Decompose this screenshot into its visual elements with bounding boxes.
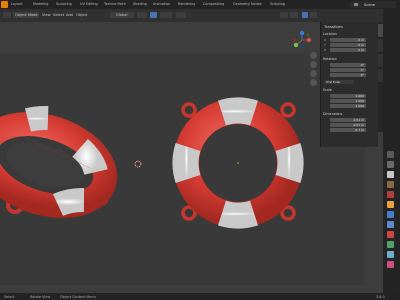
scale-z-value: 1.000 [355,104,364,108]
properties-editor-tabs [383,9,400,293]
scale-y-value: 1.000 [355,99,364,103]
tool-icon[interactable] [387,151,394,158]
dimensions-y-value: 2.51 m [353,123,364,127]
location-z-field[interactable]: 0 m [330,48,366,52]
rotation-y-field[interactable]: 0° [330,68,366,72]
3d-cursor-icon[interactable] [134,160,142,168]
rotation-y-value: 0° [360,68,364,72]
dimensions-y-field[interactable]: 2.51 m [330,123,366,127]
dimensions-x-value: 2.51 m [353,118,364,122]
location-z-value: 0 m [358,48,364,52]
rotation-x-value: 0° [360,63,364,67]
data-icon[interactable] [387,251,394,258]
location-x-value: 0 m [358,38,364,42]
lifebuoy-right[interactable] [172,97,304,229]
dimensions-label: Dimensions [323,112,343,116]
constraints-icon[interactable] [387,241,394,248]
location-x-field[interactable]: 0 m [330,38,366,42]
zoom-icon[interactable] [310,52,317,59]
status-rotate-view: Rotate View [30,294,51,299]
scale-x-field[interactable]: 1.000 [330,94,366,98]
scale-x-value: 1.000 [355,94,364,98]
rotation-z-value: 0° [360,73,364,77]
dimensions-z-field[interactable]: 0.7 m [330,128,366,132]
object-origin [237,162,239,164]
navigation-gizmo[interactable] [292,30,312,50]
grid-perspective-icon[interactable] [310,79,317,86]
rope-loop [280,102,296,118]
axis-z-label: Z [324,48,327,52]
render-icon[interactable] [387,161,394,168]
scale-y-field[interactable]: 1.000 [330,99,366,103]
physics-icon[interactable] [387,231,394,238]
location-label: Location [323,32,337,36]
scale-z-field[interactable]: 1.000 [330,104,366,108]
rotation-z-field[interactable]: 0° [330,73,366,77]
panel-title: Transform [324,24,343,29]
rotation-x-field[interactable]: 0° [330,63,366,67]
status-version: 3.6.0 [376,294,385,299]
world-icon[interactable] [387,191,394,198]
camera-icon[interactable] [310,70,317,77]
location-y-value: 0 m [358,43,364,47]
scale-label: Scale [323,88,332,92]
rotation-mode-value: XYZ Euler [326,80,341,84]
status-context-menu: Object Context Menu [60,294,96,299]
status-select: Select [4,294,15,299]
pan-hand-icon[interactable] [310,61,317,68]
status-bar: Select Rotate View Object Context Menu 3… [0,293,400,300]
dimensions-z-value: 0.7 m [355,128,364,132]
particles-icon[interactable] [387,221,394,228]
sidebar-npanel: Transform Location X 0 m Y 0 m Z 0 m Rot… [320,22,378,147]
material-icon[interactable] [387,261,394,268]
location-y-field[interactable]: 0 m [330,43,366,47]
axis-y-label: Y [324,43,326,47]
scene-icon[interactable] [387,181,394,188]
axis-x-label: X [324,38,327,42]
lifebuoy-left[interactable] [0,105,118,221]
rotation-mode-dropdown[interactable]: XYZ Euler [324,80,354,84]
modifier-wrench-icon[interactable] [387,211,394,218]
output-icon[interactable] [387,171,394,178]
rotation-label: Rotation [323,57,337,61]
rope-loop [181,102,197,118]
object-icon[interactable] [387,201,394,208]
dimensions-x-field[interactable]: 2.51 m [330,118,366,122]
